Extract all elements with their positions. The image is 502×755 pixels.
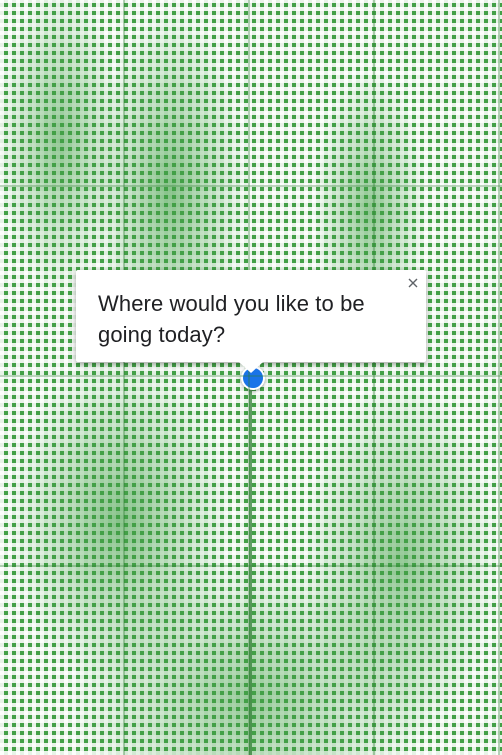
route-line	[249, 380, 252, 755]
destination-question: Where would you like to be going today?	[98, 291, 365, 347]
close-icon	[408, 278, 418, 288]
close-button[interactable]	[404, 274, 422, 292]
destination-prompt-popup: Where would you like to be going today?	[76, 270, 426, 373]
map-canvas[interactable]	[0, 0, 502, 755]
